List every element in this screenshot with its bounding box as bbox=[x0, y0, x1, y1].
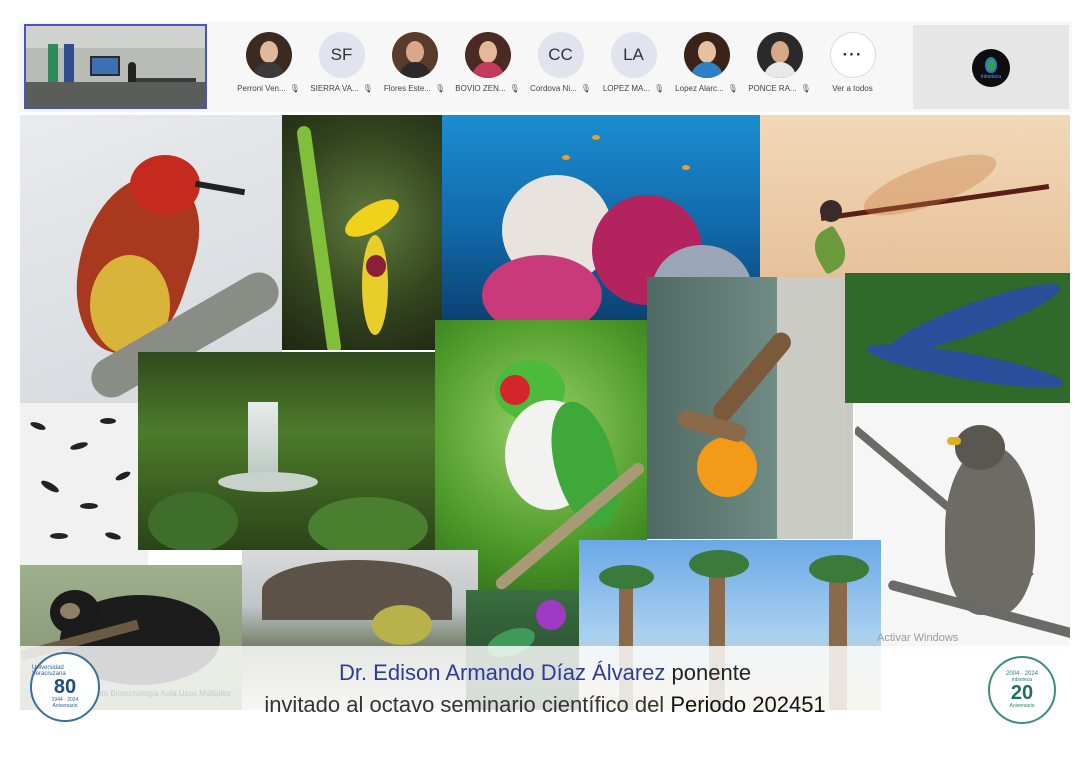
mic-muted-icon: 🎙 bbox=[580, 84, 591, 93]
see-all-label: Ver a todos bbox=[832, 84, 873, 93]
participant-name: Flores Este... bbox=[383, 84, 431, 93]
participant-initials-avatar: CC bbox=[537, 32, 584, 78]
participant-photo-avatar bbox=[683, 32, 730, 78]
activation-watermark: Activar Windows bbox=[877, 632, 959, 644]
participant-initials-avatar: LA bbox=[610, 32, 657, 78]
seminar-description: invitado al octavo seminario científico … bbox=[264, 692, 671, 717]
avatar-face bbox=[770, 41, 789, 63]
participant-name: Perroni Ven... bbox=[237, 84, 286, 93]
participant-tile[interactable]: Lopez Alarc... 🎙 bbox=[670, 32, 743, 106]
participant-tile[interactable]: Perroni Ven... 🎙 bbox=[232, 32, 305, 106]
see-all-participants-button[interactable]: ··· Ver a todos bbox=[816, 32, 889, 106]
participant-photo-avatar bbox=[245, 32, 292, 78]
participant-tile[interactable]: LA LOPEZ MA... 🎙 bbox=[597, 32, 670, 106]
mic-muted-icon: 🎙 bbox=[362, 84, 373, 93]
avatar-body bbox=[471, 62, 504, 78]
participant-initials-avatar: SF bbox=[318, 32, 365, 78]
participant-photo-avatar bbox=[464, 32, 511, 78]
meeting-participants-bar: Perroni Ven... 🎙 SF SIERRA VA... 🎙 Flores Est… bbox=[18, 22, 1072, 112]
speaker-line: Dr. Edison Armando Díaz Álvarez ponente bbox=[0, 660, 1090, 686]
avatar-body bbox=[398, 62, 431, 78]
speaker-name: Dr. Edison Armando Díaz Álvarez bbox=[338, 660, 666, 685]
participant-name: Cordova Ni... bbox=[530, 84, 577, 93]
bird-flock-photo bbox=[20, 403, 148, 565]
flame-icon bbox=[985, 56, 997, 73]
avatar-body bbox=[763, 62, 796, 78]
orchid-photo bbox=[282, 115, 442, 350]
seal-label: Aniversario bbox=[52, 703, 78, 709]
seminar-period: Periodo 202451 bbox=[670, 692, 826, 717]
avatar-body bbox=[690, 62, 723, 78]
mic-muted-icon: 🎙 bbox=[727, 84, 738, 93]
room-projector-screen bbox=[90, 56, 120, 76]
participant-tile[interactable]: CC Cordova Ni... 🎙 bbox=[524, 32, 597, 106]
participant-name: Lopez Alarc... bbox=[675, 84, 724, 93]
participant-name-row: Cordova Ni... 🎙 bbox=[530, 84, 591, 93]
participant-name-row: BOVIO ZEN... 🎙 bbox=[455, 84, 519, 93]
participant-name-row: Perroni Ven... 🎙 bbox=[237, 84, 300, 93]
anole-lizard-photo bbox=[647, 277, 853, 539]
participant-tile[interactable]: BOVIO ZEN... 🎙 bbox=[451, 32, 524, 106]
inbioteca-logo-icon: inbioteca bbox=[972, 49, 1010, 87]
room-blue-panel bbox=[64, 44, 74, 82]
participant-photo-avatar bbox=[756, 32, 803, 78]
seal-number: 20 bbox=[1010, 682, 1034, 704]
participant-tile[interactable]: PONCE RA... 🎙 bbox=[743, 32, 816, 106]
damselfly-photo bbox=[760, 115, 1070, 277]
uv-80-anniversary-seal: Universidad Veracruzana 80 1944 · 2024 A… bbox=[30, 652, 100, 722]
participant-name: PONCE RA... bbox=[748, 84, 797, 93]
inbioteca-20-anniversary-seal: 2004 · 2024 inbioteca 20 Aniversario bbox=[988, 656, 1056, 724]
organization-logo-tile[interactable]: inbioteca bbox=[913, 25, 1069, 109]
mic-muted-icon: 🎙 bbox=[434, 84, 446, 93]
participant-tile[interactable]: SF SIERRA VA... 🎙 bbox=[305, 32, 378, 106]
avatar-face bbox=[697, 41, 716, 63]
room-green-panel bbox=[48, 44, 58, 82]
participant-name-row: Flores Este... 🎙 bbox=[384, 84, 445, 93]
forest-waterfall-photo bbox=[138, 352, 436, 550]
participant-name-row: LOPEZ MA... 🎙 bbox=[603, 84, 664, 93]
speaker-role: ponente bbox=[665, 660, 752, 685]
avatar-face bbox=[478, 41, 497, 63]
see-all-label-row: Ver a todos bbox=[832, 84, 872, 93]
participant-tile[interactable]: Flores Este... 🎙 bbox=[378, 32, 451, 106]
participant-name: LOPEZ MA... bbox=[602, 84, 650, 93]
participant-photo-avatar bbox=[391, 32, 438, 78]
participant-list: Perroni Ven... 🎙 SF SIERRA VA... 🎙 Flores Est… bbox=[232, 32, 889, 106]
room-floor bbox=[26, 82, 205, 107]
logo-tag: inbioteca bbox=[980, 73, 1001, 80]
avatar-face bbox=[259, 41, 278, 63]
participant-name-row: PONCE RA... 🎙 bbox=[748, 84, 811, 93]
avatar-body bbox=[252, 62, 285, 78]
more-options-icon: ··· bbox=[829, 32, 876, 78]
biodiversity-collage: Activar Windows bbox=[20, 115, 1070, 710]
participant-name: BOVIO ZEN... bbox=[455, 84, 506, 93]
seal-label: Aniversario bbox=[1009, 703, 1035, 709]
mic-muted-icon: 🎙 bbox=[800, 84, 811, 93]
hawk-photo bbox=[855, 405, 1070, 650]
participant-name: SIERRA VA... bbox=[310, 84, 359, 93]
river-aerial-photo bbox=[845, 273, 1070, 403]
seal-number: 80 bbox=[53, 676, 77, 698]
seminar-line: invitado al octavo seminario científico … bbox=[0, 692, 1090, 718]
mic-muted-icon: 🎙 bbox=[289, 84, 300, 93]
self-video-preview[interactable] bbox=[24, 24, 207, 109]
participant-name-row: SIERRA VA... 🎙 bbox=[310, 84, 372, 93]
mic-muted-icon: 🎙 bbox=[509, 84, 520, 93]
mic-muted-icon: 🎙 bbox=[653, 84, 665, 93]
participant-name-row: Lopez Alarc... 🎙 bbox=[675, 84, 738, 93]
avatar-face bbox=[405, 41, 424, 63]
